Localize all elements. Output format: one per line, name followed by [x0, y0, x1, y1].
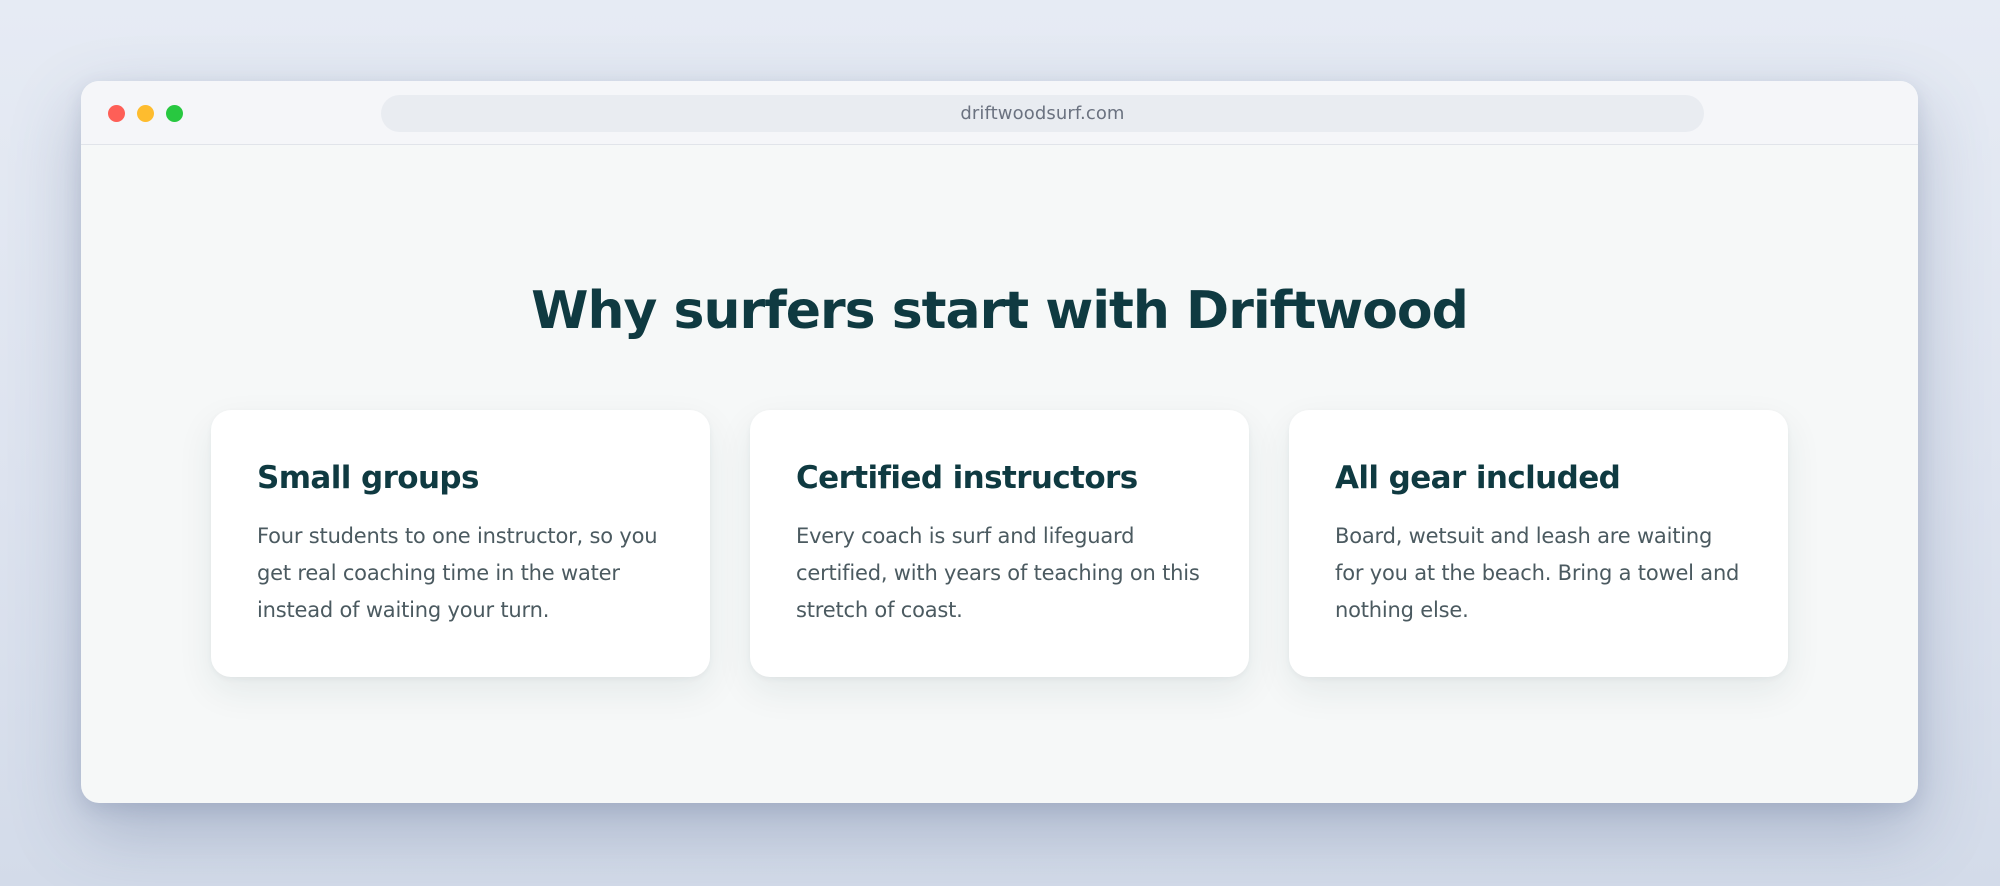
feature-card-all-gear-included: All gear included Board, wetsuit and lea…	[1289, 410, 1788, 677]
maximize-window-button[interactable]	[166, 105, 183, 122]
address-bar-url: driftwoodsurf.com	[960, 103, 1125, 124]
feature-card-title: All gear included	[1335, 460, 1621, 496]
browser-titlebar: driftwoodsurf.com	[81, 81, 1918, 145]
minimize-window-button[interactable]	[137, 105, 154, 122]
feature-card-title: Small groups	[257, 460, 479, 496]
feature-card-certified-instructors: Certified instructors Every coach is sur…	[750, 410, 1249, 677]
close-window-button[interactable]	[108, 105, 125, 122]
feature-card-small-groups: Small groups Four students to one instru…	[211, 410, 710, 677]
page-headline: Why surfers start with Driftwood	[531, 281, 1469, 341]
feature-card-body: Board, wetsuit and leash are waiting for…	[1335, 524, 1740, 622]
feature-card-body: Four students to one instructor, so you …	[257, 524, 658, 622]
browser-window: driftwoodsurf.com Why surfers start with…	[81, 81, 1918, 803]
page-content: Why surfers start with Driftwood Small g…	[81, 145, 1918, 803]
feature-card-body: Every coach is surf and lifeguard certif…	[796, 524, 1200, 622]
address-bar[interactable]: driftwoodsurf.com	[381, 95, 1704, 132]
feature-card-title: Certified instructors	[796, 460, 1138, 496]
